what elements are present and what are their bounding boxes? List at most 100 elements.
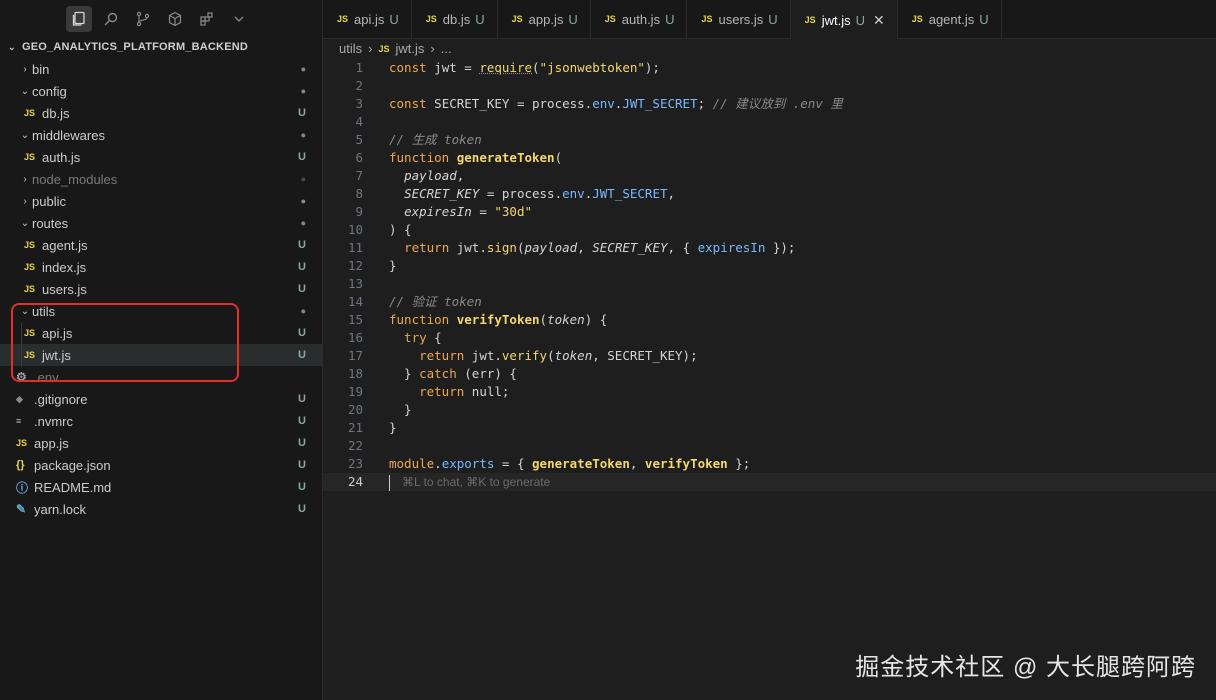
code-line: 17 return jwt.verify(token, SECRET_KEY); — [347, 348, 698, 363]
tab-users-js[interactable]: JS users.js U — [687, 0, 791, 38]
text-lines-icon: ≡ — [16, 416, 22, 426]
js-file-icon: JS — [701, 14, 713, 24]
code-line: 2 — [355, 78, 363, 93]
code-line: 14// 验证 token — [347, 294, 482, 309]
folder-routes[interactable]: ⌄ routes ● — [0, 212, 322, 234]
js-file-icon: JS — [24, 240, 36, 250]
chevron-right-icon: › — [23, 195, 27, 207]
current-code-line[interactable]: 24 ⌘L to chat, ⌘K to generate — [323, 473, 1216, 491]
code-line: 22 — [347, 438, 363, 453]
file-package-json[interactable]: {} package.json U — [0, 454, 322, 476]
folder-middlewares[interactable]: ⌄ middlewares ● — [0, 124, 322, 146]
breadcrumb-file[interactable]: jwt.js — [395, 39, 424, 59]
tab-agent-js[interactable]: JS agent.js U — [898, 0, 1002, 38]
tab-jwt-js[interactable]: JS jwt.js U ✕ — [790, 0, 898, 39]
project-header[interactable]: ⌄ GEO_ANALYTICS_PLATFORM_BACKEND — [0, 37, 322, 57]
file-gitignore[interactable]: ◆ .gitignore U — [0, 388, 322, 410]
js-file-icon: JS — [24, 262, 36, 272]
file-agent-js[interactable]: JS agent.js U — [0, 234, 322, 256]
file-readme[interactable]: ⓘ README.md U — [0, 476, 322, 498]
file-auth-js[interactable]: JS auth.js U — [0, 146, 322, 168]
file-env[interactable]: ⚙ .env — [0, 366, 322, 388]
tab-api-js[interactable]: JS api.js U — [323, 0, 412, 38]
js-file-icon: JS — [911, 14, 923, 24]
indent-guide — [21, 323, 22, 367]
text-cursor — [389, 474, 390, 491]
folder-bin[interactable]: › bin ● — [0, 58, 322, 80]
extensions-icon[interactable] — [194, 6, 220, 32]
file-jwt-js[interactable]: JS jwt.js U — [0, 344, 322, 366]
breadcrumb: utils › JS jwt.js › ... — [323, 39, 452, 59]
chevron-right-icon: › — [430, 41, 435, 56]
file-api-js[interactable]: JS api.js U — [0, 322, 322, 344]
js-file-icon: JS — [24, 108, 36, 118]
chevron-down-icon: ⌄ — [20, 85, 30, 97]
code-line: 6 function generateToken( — [355, 150, 563, 165]
js-file-icon: JS — [425, 14, 437, 24]
yarn-icon: ✎ — [16, 502, 27, 516]
explorer-sidebar: ⌄ GEO_ANALYTICS_PLATFORM_BACKEND › bin ● ⌄… — [0, 0, 323, 700]
chevron-down-icon: ⌄ — [8, 42, 16, 52]
chevron-down-icon: ⌄ — [20, 217, 30, 229]
source-control-icon[interactable] — [130, 6, 156, 32]
search-icon[interactable] — [98, 6, 124, 32]
folder-public[interactable]: › public ● — [0, 190, 322, 212]
activity-bar — [0, 0, 322, 38]
code-line: 9 expiresIn = "30d" — [355, 204, 533, 219]
js-file-icon: JS — [24, 284, 36, 294]
code-line: 21} — [347, 420, 397, 435]
js-file-icon: JS — [604, 14, 616, 24]
ai-hint: ⌘L to chat, ⌘K to generate — [402, 475, 551, 489]
chevron-down-icon: ⌄ — [20, 129, 30, 141]
code-line: 1 const jwt = require("jsonwebtoken"); — [355, 60, 660, 75]
file-tree: › bin ● ⌄ config ● JS db.js U ⌄ middlewares ● JS… — [0, 58, 322, 520]
js-file-icon: JS — [511, 14, 523, 24]
watermark: 掘金技术社区 @ 大长腿跨阿跨 — [855, 654, 1196, 681]
file-index-js[interactable]: JS index.js U — [0, 256, 322, 278]
file-yarn-lock[interactable]: ✎ yarn.lock U — [0, 498, 322, 520]
code-line: 20 } — [347, 402, 412, 417]
code-line: 15 function verifyToken(token) { — [347, 312, 608, 327]
project-name: GEO_ANALYTICS_PLATFORM_BACKEND — [22, 41, 249, 53]
chevron-down-icon[interactable] — [226, 6, 252, 32]
js-file-icon: JS — [16, 438, 28, 448]
folder-utils[interactable]: ⌄ utils ● — [0, 300, 322, 322]
js-file-icon: JS — [24, 152, 36, 162]
js-file-icon: JS — [24, 328, 36, 338]
tab-auth-js[interactable]: JS auth.js U — [591, 0, 688, 38]
tab-db-js[interactable]: JS db.js U — [412, 0, 498, 38]
git-diamond-icon: ◆ — [16, 393, 23, 404]
close-icon[interactable]: ✕ — [873, 12, 885, 29]
file-app-js[interactable]: JS app.js U — [0, 432, 322, 454]
code-editor[interactable]: 1 const jwt = require("jsonwebtoken"); 2 … — [323, 59, 1216, 700]
tab-app-js[interactable]: JS app.js U — [498, 0, 591, 38]
code-line: 11 return jwt.sign(payload, SECRET_KEY, … — [347, 240, 796, 255]
code-line: 10) { — [347, 222, 412, 237]
editor-tabs: JS api.js U JS db.js U JS app.js U JS auth.js U … — [323, 0, 1216, 39]
file-users-js[interactable]: JS users.js U — [0, 278, 322, 300]
js-file-icon: JS — [24, 350, 36, 360]
code-line: 8 SECRET_KEY = process.env.JWT_SECRET, — [355, 186, 676, 201]
js-file-icon: JS — [337, 14, 349, 24]
extensions-cube-icon[interactable] — [162, 6, 188, 32]
file-nvmrc[interactable]: ≡ .nvmrc U — [0, 410, 322, 432]
code-line: 13 — [347, 276, 363, 291]
file-db-js[interactable]: JS db.js U — [0, 102, 322, 124]
chevron-down-icon: ⌄ — [20, 305, 30, 317]
code-line: 19 return null; — [347, 384, 510, 399]
folder-node-modules[interactable]: › node_modules ● — [0, 168, 322, 190]
code-line: 23 module.exports = { generateToken, veri… — [347, 456, 751, 471]
code-line: 3 const SECRET_KEY = process.env.JWT_SECR… — [355, 96, 843, 111]
explorer-icon[interactable] — [66, 6, 92, 32]
code-line: 18 } catch (err) { — [347, 366, 517, 381]
code-line: 16 try { — [347, 330, 442, 345]
info-icon: ⓘ — [16, 480, 29, 495]
code-line: 7 payload, — [355, 168, 465, 183]
breadcrumb-more[interactable]: ... — [441, 39, 452, 59]
js-file-icon: JS — [804, 15, 816, 25]
code-line: 12} — [347, 258, 397, 273]
folder-config[interactable]: ⌄ config ● — [0, 80, 322, 102]
js-file-icon: JS — [378, 44, 390, 54]
gear-icon: ⚙ — [16, 370, 27, 384]
breadcrumb-folder[interactable]: utils — [339, 39, 362, 59]
